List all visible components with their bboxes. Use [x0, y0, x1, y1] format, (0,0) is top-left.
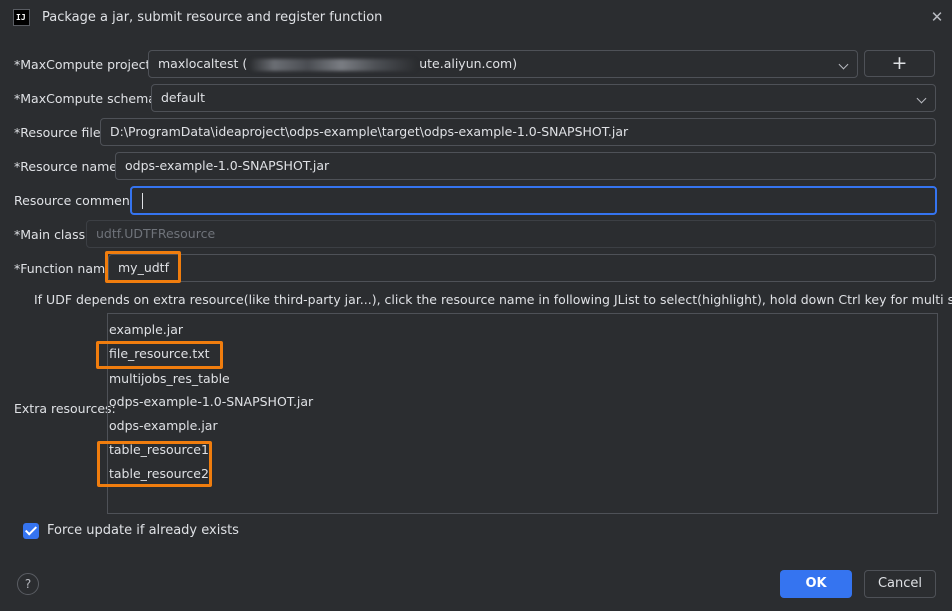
dialog-title: Package a jar, submit resource and regis…	[42, 10, 383, 25]
text-caret	[142, 192, 143, 209]
list-item[interactable]: odps-example.jar	[109, 418, 218, 433]
file-resource-highlight	[96, 341, 223, 369]
resource-comment-label: Resource comment:	[14, 193, 139, 208]
ok-button[interactable]: OK	[780, 570, 852, 598]
project-label: *MaxCompute project:	[14, 57, 155, 72]
add-project-button[interactable]: +	[864, 50, 935, 77]
main-class-field: udtf.UDTFResource	[86, 220, 936, 248]
schema-value: default	[161, 90, 205, 105]
resource-name-label: *Resource name:	[14, 159, 122, 174]
redacted-mask	[249, 58, 418, 71]
resource-name-field[interactable]: odps-example-1.0-SNAPSHOT.jar	[115, 152, 936, 180]
resource-file-label: *Resource file:	[14, 125, 105, 140]
resource-file-field[interactable]: D:\ProgramData\ideaproject\odps-example\…	[100, 118, 936, 146]
project-value-suffix: ute.aliyun.com)	[419, 56, 518, 71]
chevron-down-icon	[916, 93, 927, 104]
list-item[interactable]: odps-example-1.0-SNAPSHOT.jar	[109, 394, 313, 409]
chevron-down-icon	[838, 59, 849, 70]
list-item[interactable]: example.jar	[109, 322, 183, 337]
extra-resources-list[interactable]	[107, 313, 938, 514]
cancel-button[interactable]: Cancel	[864, 570, 936, 598]
function-name-field[interactable]: my_udtf	[108, 254, 936, 282]
project-value-prefix: maxlocaltest (	[158, 56, 248, 71]
function-name-label: *Function name:	[14, 261, 118, 276]
extra-resources-hint: If UDF depends on extra resource(like th…	[34, 292, 952, 307]
app-icon: IJ	[13, 9, 30, 26]
project-select[interactable]: maxlocaltest ( ute.aliyun.com)	[148, 50, 858, 78]
force-update-label[interactable]: Force update if already exists	[47, 523, 239, 538]
schema-select[interactable]: default	[151, 84, 936, 112]
main-class-label: *Main class:	[14, 227, 90, 242]
extra-resources-label: Extra resources:	[14, 401, 116, 416]
force-update-checkbox[interactable]	[23, 523, 39, 539]
list-item[interactable]: multijobs_res_table	[109, 371, 230, 386]
resource-comment-field[interactable]	[130, 186, 937, 215]
function-name-highlight	[105, 251, 181, 283]
schema-label: *MaxCompute schema:	[14, 91, 161, 106]
close-icon[interactable]: ✕	[927, 6, 947, 28]
table-resources-highlight	[97, 441, 212, 487]
help-button[interactable]: ?	[17, 573, 39, 595]
